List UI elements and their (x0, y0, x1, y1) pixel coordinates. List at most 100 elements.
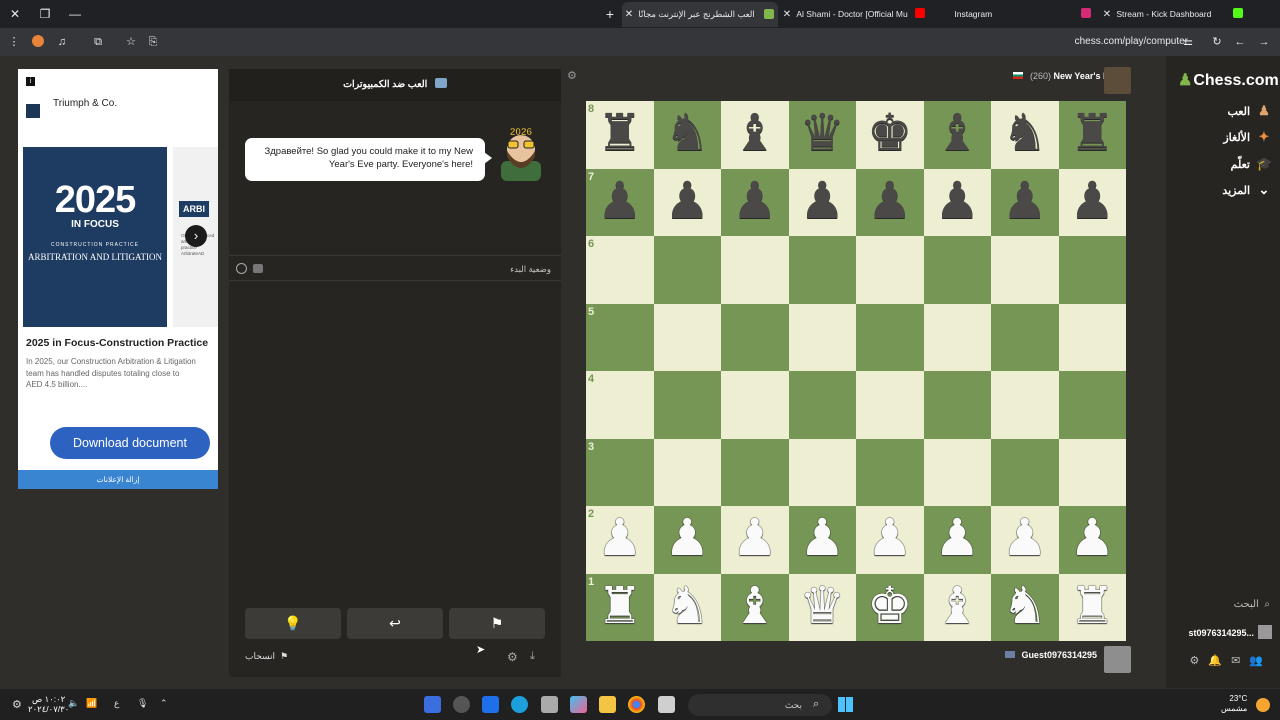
close-tab-icon[interactable]: ✕ (622, 2, 636, 27)
settings-icon[interactable]: ⚙ (507, 650, 518, 664)
back-icon[interactable]: ← (1230, 28, 1250, 56)
tab-instagram[interactable]: ✕ Instagram (938, 2, 1094, 27)
close-window-icon[interactable]: ✕ (0, 0, 30, 28)
gear-tray-icon[interactable]: ⚙ (12, 698, 22, 711)
player-info[interactable]: Guest0976314295 (1004, 648, 1097, 662)
opponent-avatar[interactable] (1104, 67, 1131, 94)
language-indicator[interactable]: ع (114, 698, 119, 709)
windows-start-icon[interactable] (838, 697, 853, 712)
white-rook[interactable]: ♜ (1059, 574, 1127, 642)
ad-info-icon[interactable]: i (26, 77, 35, 86)
microphone-icon[interactable]: 🎙 (137, 698, 148, 709)
close-tab-icon[interactable]: ✕ (1100, 2, 1114, 27)
store-taskbar-icon[interactable] (482, 696, 499, 713)
white-bishop[interactable]: ♝ (924, 574, 992, 642)
copilot-taskbar-icon[interactable] (570, 696, 587, 713)
square-c5[interactable] (721, 303, 789, 371)
clock-icon[interactable] (236, 263, 247, 274)
square-b8[interactable]: ♞ (653, 101, 721, 169)
ad-banner[interactable]: i Triumph & Co. 2025 IN FOCUS CONSTRUCTI… (18, 69, 218, 489)
black-pawn[interactable]: ♟ (721, 169, 789, 237)
site-settings-icon[interactable]: ⚌ (1178, 28, 1198, 56)
square-d5[interactable] (788, 303, 856, 371)
square-f3[interactable] (923, 438, 991, 506)
white-king[interactable]: ♚ (856, 574, 924, 642)
square-e7[interactable]: ♟ (856, 168, 924, 237)
remove-ads-link[interactable]: إزالة الإعلانات (18, 470, 218, 489)
square-f5[interactable] (923, 303, 991, 371)
square-f2[interactable]: ♟ (923, 506, 991, 574)
file-explorer-taskbar-icon[interactable] (599, 696, 616, 713)
black-pawn[interactable]: ♟ (654, 169, 722, 237)
extensions-icon[interactable]: ⧉ (88, 28, 108, 56)
square-d1[interactable]: ♛ (788, 573, 856, 641)
sun-icon[interactable] (1256, 698, 1270, 712)
restore-window-icon[interactable]: ❐ (30, 0, 60, 28)
chevron-up-icon[interactable]: ⌃ (160, 698, 168, 709)
square-h2[interactable]: ♟ (1058, 506, 1126, 574)
square-b4[interactable] (653, 371, 721, 439)
reload-icon[interactable]: ↻ (1207, 28, 1227, 56)
square-c2[interactable]: ♟ (721, 506, 789, 574)
square-h1[interactable]: ♜ (1058, 573, 1127, 642)
player-avatar[interactable] (1104, 646, 1131, 673)
black-pawn[interactable]: ♟ (991, 169, 1059, 237)
black-king[interactable]: ♚ (856, 101, 924, 169)
square-a2[interactable]: 2 ♟ (586, 506, 654, 574)
square-f6[interactable] (923, 236, 991, 304)
black-pawn[interactable]: ♟ (856, 169, 924, 237)
square-g7[interactable]: ♟ (991, 168, 1059, 237)
weather-widget[interactable]: 23°C مشمس (1221, 694, 1247, 714)
chrome-taskbar-icon[interactable] (628, 696, 645, 713)
takeback-button[interactable]: ↩ (347, 608, 443, 639)
square-c8[interactable]: ♝ (721, 101, 789, 169)
nav-item-puzzles[interactable]: الألغاز ✦ (1176, 128, 1272, 146)
square-b3[interactable] (653, 438, 721, 506)
square-c3[interactable] (721, 438, 789, 506)
square-b7[interactable]: ♟ (653, 168, 722, 237)
square-b1[interactable]: ♞ (653, 573, 721, 641)
volume-icon[interactable]: 🔈 (68, 698, 79, 709)
address-bar[interactable]: chess.com/play/computer (1075, 28, 1188, 56)
resign-link[interactable]: انسحاب ⚑ (245, 651, 288, 662)
white-pawn[interactable]: ♟ (789, 506, 857, 574)
square-f8[interactable]: ♝ (923, 101, 991, 169)
app-taskbar-icon[interactable] (658, 696, 675, 713)
board-settings-icon[interactable]: ⚙ (567, 69, 577, 82)
square-g8[interactable]: ♞ (991, 101, 1059, 169)
white-pawn[interactable]: ♟ (991, 506, 1059, 574)
nav-bottom-icons[interactable]: ⚙🔔✉👥 (1190, 654, 1272, 667)
nav-item-play[interactable]: العب ♟ (1176, 102, 1272, 120)
black-bishop[interactable]: ♝ (721, 101, 789, 169)
black-rook[interactable]: ♜ (1059, 101, 1127, 169)
nav-item-learn[interactable]: تعلّم 🎓 (1176, 155, 1273, 173)
square-f4[interactable] (923, 371, 991, 439)
nav-search[interactable]: البحث ⌕ (1234, 599, 1270, 610)
square-e2[interactable]: ♟ (856, 506, 924, 574)
square-d6[interactable] (788, 236, 856, 304)
carousel-next-icon[interactable]: › (185, 225, 207, 247)
square-h6[interactable] (1058, 236, 1126, 304)
square-g2[interactable]: ♟ (991, 506, 1059, 574)
download-document-button[interactable]: Download document (50, 427, 210, 459)
nav-user[interactable]: st0976314295... (1188, 625, 1272, 639)
square-a5[interactable]: 5 (586, 303, 654, 371)
square-d2[interactable]: ♟ (788, 506, 857, 574)
square-g4[interactable] (991, 371, 1059, 439)
square-g3[interactable] (991, 438, 1059, 506)
square-e1[interactable]: ♚ (856, 573, 924, 642)
square-e6[interactable] (856, 236, 924, 304)
square-e5[interactable] (856, 303, 924, 371)
square-b5[interactable] (653, 303, 721, 371)
square-d7[interactable]: ♟ (788, 168, 856, 236)
close-tab-icon[interactable]: ✕ (780, 2, 794, 27)
wifi-icon[interactable]: 📶 (86, 698, 97, 709)
white-rook[interactable]: ♜ (586, 574, 654, 642)
square-g6[interactable] (991, 236, 1059, 304)
app-taskbar-icon[interactable] (541, 696, 558, 713)
square-b6[interactable] (653, 236, 721, 304)
square-h7[interactable]: ♟ (1058, 168, 1126, 236)
square-f1[interactable]: ♝ (923, 573, 992, 642)
white-knight[interactable]: ♞ (991, 574, 1059, 642)
square-a1[interactable]: 1 ♜ (586, 573, 654, 642)
